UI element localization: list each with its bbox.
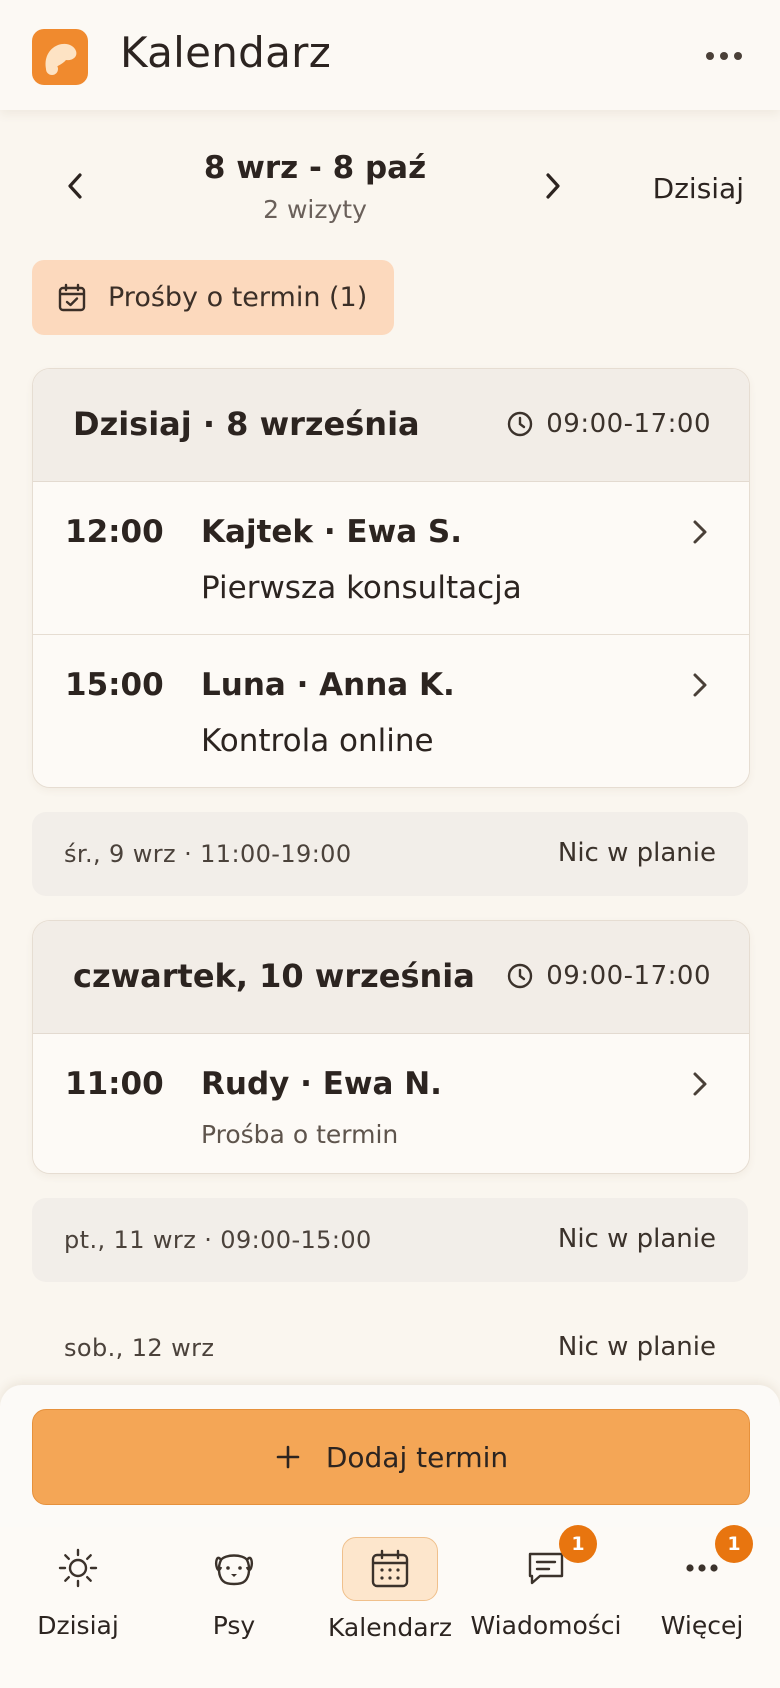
tab-icon-wrap: [187, 1537, 281, 1599]
day-card: czwartek, 10 września 09:00-17:00 11:00 …: [32, 920, 750, 1174]
dog-icon: [215, 1554, 253, 1586]
next-range-button[interactable]: [530, 164, 574, 208]
more-dots-icon: [706, 52, 742, 60]
empty-day-note: Nic w planie: [557, 1332, 716, 1362]
appointment-time: 11:00: [65, 1066, 164, 1102]
more-options-button[interactable]: [700, 38, 748, 74]
tab-calendar[interactable]: Kalendarz: [312, 1527, 468, 1667]
empty-day-row: śr., 9 wrz · 11:00-19:00 Nic w planie: [32, 812, 748, 896]
day-card: Dzisiaj · 8 września 09:00-17:00 12:00 K…: [32, 368, 750, 788]
appointment-row[interactable]: 12:00 Kajtek · Ewa S. Pierwsza konsultac…: [33, 482, 749, 634]
add-appointment-button[interactable]: Dodaj termin: [32, 1409, 750, 1505]
empty-day-date: pt., 11 wrz · 09:00-15:00: [64, 1226, 372, 1254]
appointment-client: Kajtek · Ewa S.: [201, 514, 463, 550]
appointment-type: Pierwsza konsultacja: [201, 570, 522, 606]
appointment-time: 12:00: [65, 514, 164, 550]
tab-messages[interactable]: 1 Wiadomości: [468, 1525, 624, 1667]
sun-icon: [58, 1548, 98, 1588]
tab-today[interactable]: Dzisiaj: [0, 1527, 156, 1667]
plus-icon: [276, 1445, 300, 1469]
previous-range-button[interactable]: [54, 164, 98, 208]
tab-icon-wrap: [31, 1537, 125, 1599]
working-hours-text: 09:00-17:00: [546, 409, 711, 439]
bottom-tab-bar: Dzisiaj Psy Kalendarz 1 Wiadomości 1 Wię…: [0, 1525, 780, 1688]
empty-day-note: Nic w planie: [557, 838, 716, 868]
empty-day-row: pt., 11 wrz · 09:00-15:00 Nic w planie: [32, 1198, 748, 1282]
app-logo-icon: [32, 29, 88, 85]
day-card-header: Dzisiaj · 8 września 09:00-17:00: [33, 369, 749, 482]
working-hours: 09:00-17:00: [506, 409, 711, 439]
tab-icon-wrap: 1: [499, 1525, 597, 1599]
add-appointment-panel: Dodaj termin: [0, 1385, 780, 1527]
tab-label: Kalendarz: [327, 1613, 453, 1642]
calendar-check-icon: [58, 283, 86, 311]
tab-label: Dzisiaj: [37, 1611, 119, 1640]
more-badge: 1: [715, 1525, 753, 1563]
messages-badge: 1: [559, 1525, 597, 1563]
appointment-client: Luna · Anna K.: [201, 667, 455, 703]
appointment-requests-button[interactable]: Prośby o termin (1): [32, 260, 394, 335]
page-title: Kalendarz: [120, 28, 332, 77]
chevron-right-icon: [546, 173, 560, 199]
tab-label: Psy: [212, 1611, 256, 1640]
empty-day-date: śr., 9 wrz · 11:00-19:00: [64, 840, 352, 868]
appointment-status: Prośba o termin: [201, 1120, 399, 1149]
today-button[interactable]: Dzisiaj: [620, 172, 744, 205]
appointment-type: Kontrola online: [201, 723, 434, 759]
tab-more[interactable]: 1 Więcej: [624, 1525, 780, 1667]
empty-day-row: sob., 12 wrz Nic w planie: [32, 1306, 748, 1390]
top-bar: Kalendarz: [0, 0, 780, 110]
chevron-left-icon: [68, 173, 82, 199]
add-appointment-label: Dodaj termin: [325, 1440, 509, 1474]
appointment-client: Rudy · Ewa N.: [201, 1066, 442, 1102]
tab-label: Więcej: [660, 1611, 744, 1640]
day-title: czwartek, 10 września: [73, 957, 475, 995]
appointment-time: 15:00: [65, 667, 164, 703]
calendar-icon: [371, 1549, 409, 1588]
tab-icon-wrap: 1: [655, 1525, 753, 1599]
day-title: Dzisiaj · 8 września: [73, 405, 420, 443]
chevron-right-icon: [693, 673, 707, 697]
tab-icon-wrap: [342, 1537, 438, 1601]
working-hours: 09:00-17:00: [506, 961, 711, 991]
appointment-row[interactable]: 15:00 Luna · Anna K. Kontrola online: [33, 634, 749, 787]
clock-icon: [508, 411, 533, 437]
working-hours-text: 09:00-17:00: [546, 961, 711, 991]
appointment-requests-label: Prośby o termin (1): [108, 282, 368, 313]
tab-label: Wiadomości: [470, 1611, 622, 1640]
tab-dogs[interactable]: Psy: [156, 1527, 312, 1667]
day-card-header: czwartek, 10 września 09:00-17:00: [33, 921, 749, 1034]
appointment-row[interactable]: 11:00 Rudy · Ewa N. Prośba o termin: [33, 1034, 749, 1173]
empty-day-note: Nic w planie: [557, 1224, 716, 1254]
visit-count: 2 wizyty: [263, 195, 367, 224]
empty-day-date: sob., 12 wrz: [64, 1334, 215, 1362]
chevron-right-icon: [693, 1072, 707, 1096]
clock-icon: [508, 963, 533, 989]
date-range-title: 8 wrz - 8 paź: [203, 150, 427, 186]
chevron-right-icon: [693, 520, 707, 544]
